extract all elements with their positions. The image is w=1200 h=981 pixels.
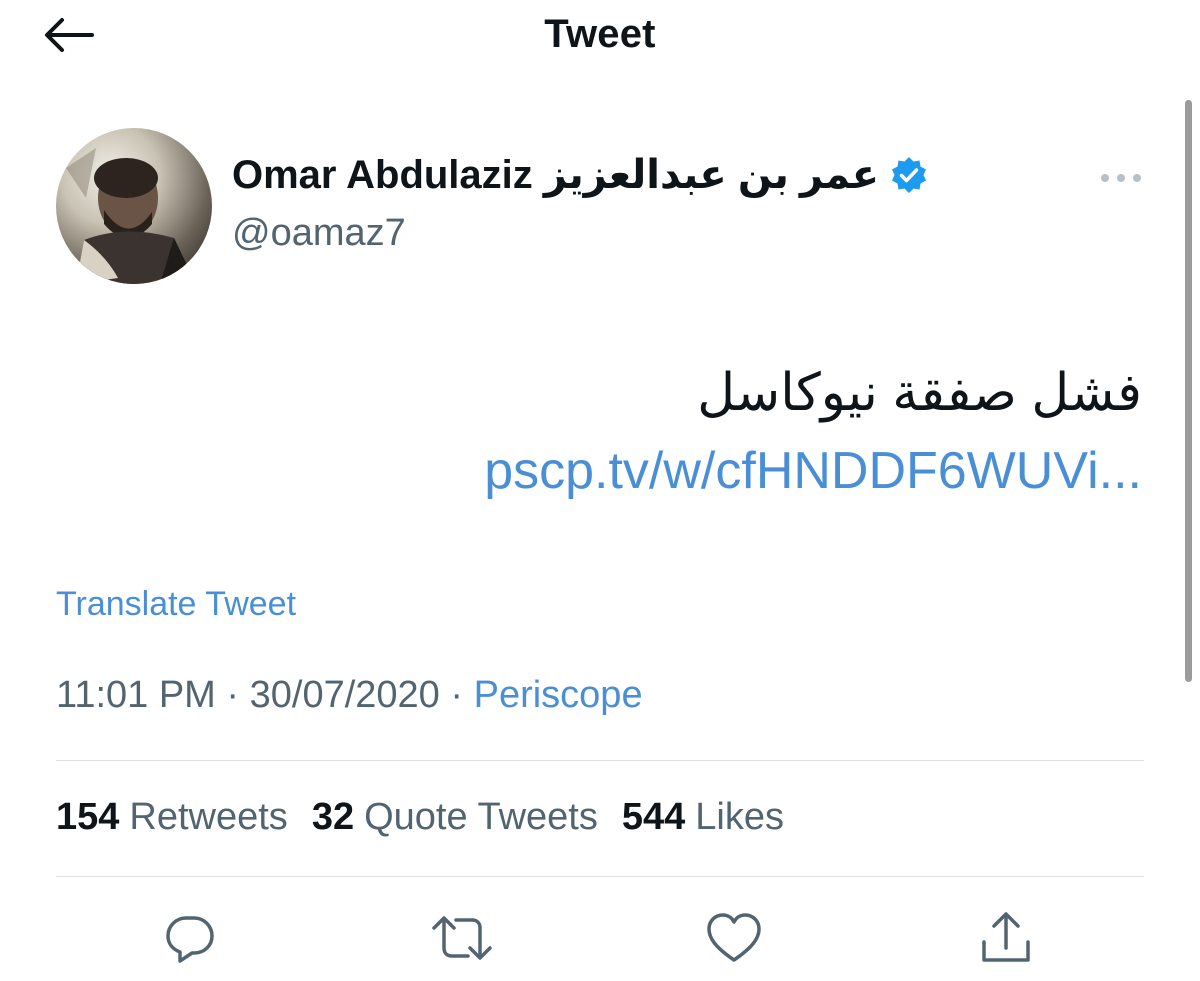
retweet-icon bbox=[432, 916, 492, 960]
divider bbox=[56, 760, 1144, 761]
display-name-text: Omar Abdulaziz عمر بن عبدالعزيز bbox=[232, 153, 880, 197]
author-display-name[interactable]: Omar Abdulaziz عمر بن عبدالعزيز bbox=[232, 152, 929, 198]
reply-button[interactable] bbox=[158, 906, 222, 970]
share-icon bbox=[982, 912, 1030, 962]
tweet-date[interactable]: 30/07/2020 bbox=[250, 674, 440, 716]
tweet-source-link[interactable]: Periscope bbox=[474, 674, 643, 716]
author-handle[interactable]: @oamaz7 bbox=[232, 212, 406, 255]
likes-stat[interactable]: 544 Likes bbox=[622, 796, 784, 839]
more-horizontal-icon bbox=[1101, 174, 1141, 182]
share-button[interactable] bbox=[974, 906, 1038, 970]
verified-badge-icon bbox=[889, 155, 929, 195]
avatar-photo bbox=[56, 128, 212, 284]
meta-separator: · bbox=[226, 674, 240, 716]
page-title: Tweet bbox=[544, 12, 656, 56]
reply-icon bbox=[166, 916, 214, 963]
like-button[interactable] bbox=[702, 906, 766, 970]
quote-tweets-stat[interactable]: 32 Quote Tweets bbox=[312, 796, 598, 839]
retweets-label: Retweets bbox=[129, 796, 288, 838]
tweet-link[interactable]: pscp.tv/w/cfHNDDF6WUVi... bbox=[484, 442, 1142, 500]
header-bar: Tweet bbox=[0, 0, 1200, 72]
quote-tweets-count: 32 bbox=[311, 796, 355, 838]
like-icon bbox=[707, 913, 761, 962]
tweet-body: فشل صفقة نيوكاسل pscp.tv/w/cfHNDDF6WUVi.… bbox=[300, 354, 1142, 510]
retweet-button[interactable] bbox=[430, 906, 494, 970]
tweet-metadata: 11:01 PM · 30/07/2020 · Periscope bbox=[56, 674, 643, 717]
translate-tweet-link[interactable]: Translate Tweet bbox=[56, 585, 296, 624]
divider bbox=[56, 876, 1144, 877]
likes-label: Likes bbox=[695, 796, 784, 838]
tweet-link-part2: cfHNDDF6WUVi... bbox=[715, 442, 1142, 500]
retweets-stat[interactable]: 154 Retweets bbox=[56, 796, 288, 839]
retweets-count: 154 bbox=[56, 796, 120, 838]
tweet-stats: 154 Retweets 32 Quote Tweets 544 Likes bbox=[56, 796, 784, 839]
more-options-button[interactable] bbox=[1094, 160, 1148, 196]
meta-separator: · bbox=[450, 674, 464, 716]
scrollbar[interactable] bbox=[1185, 100, 1192, 682]
tweet-link-part1: pscp.tv/w/ bbox=[484, 442, 716, 500]
quote-tweets-label: Quote Tweets bbox=[364, 796, 598, 838]
likes-count: 544 bbox=[621, 796, 686, 838]
tweet-time[interactable]: 11:01 PM bbox=[56, 674, 216, 716]
tweet-text-arabic: فشل صفقة نيوكاسل bbox=[697, 364, 1142, 422]
avatar[interactable] bbox=[56, 128, 212, 284]
